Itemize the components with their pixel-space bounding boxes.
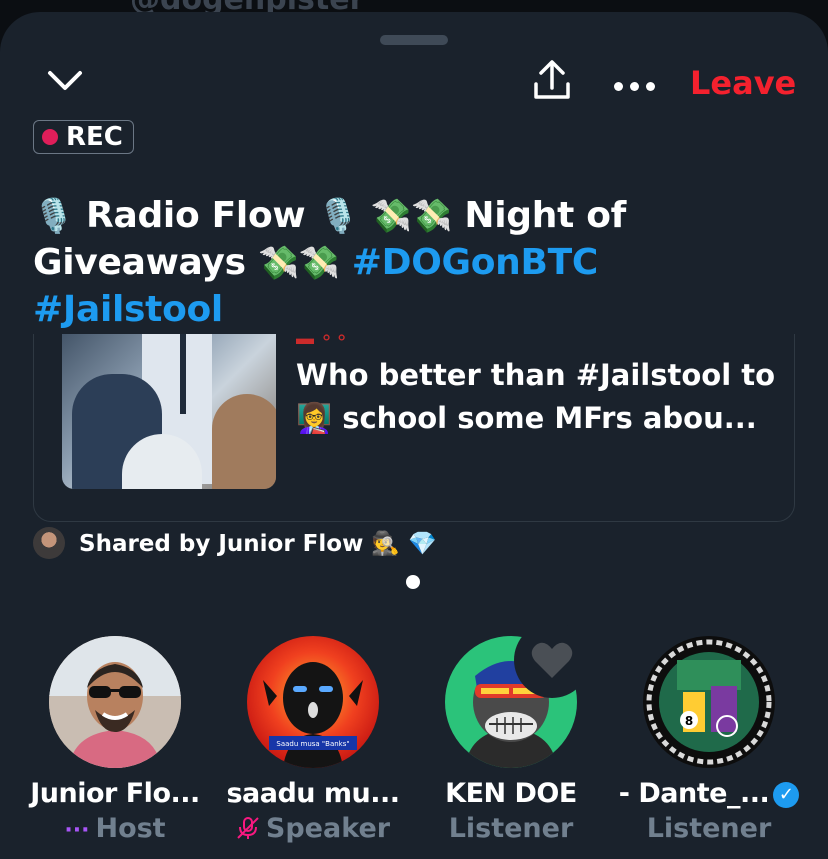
avatar xyxy=(33,527,65,559)
participant-name: - Dante_... ✓ xyxy=(614,778,804,809)
post-text-line: Who better than #Jailstool to xyxy=(296,358,776,392)
title-text-1: Radio Flow xyxy=(86,195,306,236)
hashtag-link[interactable]: #DOGonBTC xyxy=(352,242,599,283)
hashtag-link[interactable]: #Jailstool xyxy=(33,289,223,330)
heart-icon xyxy=(531,642,573,678)
recording-dot-icon xyxy=(42,129,58,145)
teacher-icon: 👩‍🏫 xyxy=(296,401,333,435)
participant-name: saadu mu... xyxy=(226,778,400,809)
participant-host[interactable]: Junior Flo... ··· Host xyxy=(20,636,210,844)
space-title: 🎙️ Radio Flow 🎙️ 💸💸 Night of Giveaways 💸… xyxy=(33,192,813,333)
shared-by-row[interactable]: Shared by Junior Flow 🕵️ 💎 xyxy=(33,526,437,560)
microphone-icon: 🎙️ xyxy=(317,196,359,235)
share-icon[interactable] xyxy=(530,58,574,102)
participant-role: Listener xyxy=(646,813,772,844)
space-header: Leave xyxy=(0,54,828,114)
participant-role: Listener xyxy=(448,813,574,844)
reaction-bubble xyxy=(514,622,590,698)
avatar-caption: Saadu musa "Banks" xyxy=(276,740,349,748)
recording-label: REC xyxy=(66,122,123,152)
leave-button[interactable]: Leave xyxy=(690,64,796,102)
chevron-down-icon[interactable] xyxy=(46,66,84,96)
avatar: 8 xyxy=(643,636,775,768)
drag-handle[interactable] xyxy=(380,35,448,45)
participant-name: Junior Flo... xyxy=(30,778,200,809)
avatar: Saadu musa "Banks" xyxy=(247,636,379,768)
money-with-wings-icon: 💸💸 xyxy=(370,196,453,235)
gem-icon: 💎 xyxy=(408,530,437,557)
participant-role: Speaker xyxy=(218,813,408,844)
host-dots-icon: ··· xyxy=(64,818,90,843)
money-with-wings-icon: 💸💸 xyxy=(257,243,340,282)
mic-off-icon xyxy=(236,813,260,844)
more-icon[interactable] xyxy=(614,82,656,92)
participant-name: KEN DOE xyxy=(445,778,577,809)
recording-badge: REC xyxy=(33,120,134,154)
microphone-icon: 🎙️ xyxy=(33,196,74,235)
participant-listener[interactable]: 8 - Dante_... ✓ Listener xyxy=(614,636,804,844)
emoji-fragment-icon: ▬ ⚬⚬ xyxy=(296,334,350,348)
svg-text:8: 8 xyxy=(685,714,693,728)
participant-speaker[interactable]: Saadu musa "Banks" saadu mu... Speaker xyxy=(218,636,408,844)
verified-icon: ✓ xyxy=(773,782,800,808)
pinned-post-card[interactable]: ▬ ⚬⚬ Who better than #Jailstool to 👩‍🏫 s… xyxy=(33,334,795,522)
participant-role: ··· Host xyxy=(64,813,166,844)
post-thumbnail xyxy=(62,334,276,489)
avatar xyxy=(49,636,181,768)
page-indicator-dot xyxy=(406,575,420,589)
shared-by-text: Shared by Junior Flow 🕵️ 💎 xyxy=(79,530,437,557)
detective-icon: 🕵️ xyxy=(371,530,400,557)
post-text: Who better than #Jailstool to 👩‍🏫 school… xyxy=(296,354,776,440)
post-text-line: 👩‍🏫 school some MFrs abou... xyxy=(296,401,757,435)
